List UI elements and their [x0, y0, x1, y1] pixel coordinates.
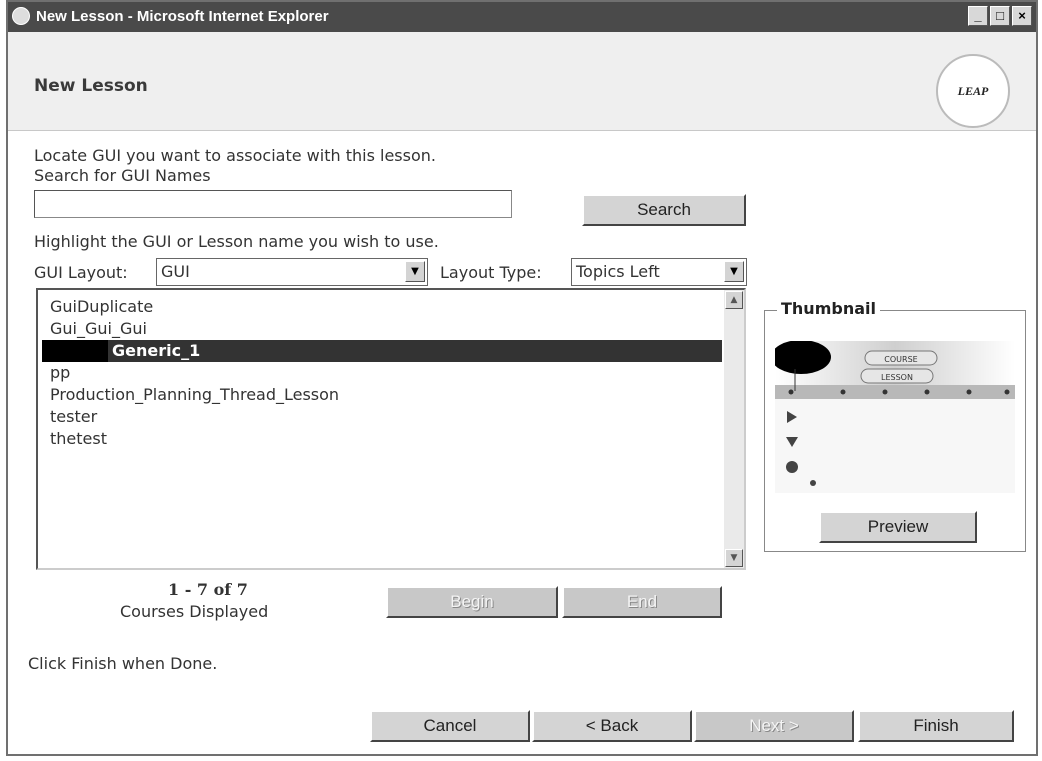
- layout-type-label: Layout Type:: [440, 263, 542, 282]
- gui-layout-value: GUI: [161, 262, 190, 281]
- chevron-down-icon[interactable]: ▼: [724, 261, 744, 282]
- thumbnail-preview-image: COURSE LESSON: [771, 340, 1015, 493]
- begin-button[interactable]: Begin: [386, 586, 558, 618]
- finish-button[interactable]: Finish: [858, 710, 1014, 742]
- locate-instruction: Locate GUI you want to associate with th…: [34, 146, 436, 165]
- dialog-window: New Lesson - Microsoft Internet Explorer…: [6, 0, 1038, 756]
- list-item[interactable]: Generic_1: [42, 340, 722, 362]
- gui-lesson-list: GuiDuplicate Gui_Gui_Gui Generic_1pp Produc…: [38, 290, 744, 450]
- internet-explorer-icon: [12, 7, 30, 25]
- window-controls: _ □ ×: [968, 6, 1032, 26]
- gui-lesson-listbox[interactable]: GuiDuplicate Gui_Gui_Gui Generic_1pp Produc…: [36, 288, 746, 570]
- thumbnail-legend: Thumbnail: [777, 299, 880, 318]
- layout-type-select[interactable]: Topics Left ▼: [571, 258, 747, 286]
- list-item[interactable]: pp: [38, 362, 744, 384]
- finish-instruction: Click Finish when Done.: [28, 654, 218, 673]
- thumbnail-panel: Thumbnail COURSE LESSON Preview: [764, 299, 1026, 552]
- end-button[interactable]: End: [562, 586, 722, 618]
- page-title: New Lesson: [34, 76, 148, 96]
- preview-button[interactable]: Preview: [819, 511, 977, 543]
- title-bar: New Lesson - Microsoft Internet Explorer…: [8, 2, 1036, 32]
- page-range: 1 - 7 of 7: [168, 580, 248, 599]
- window-title: New Lesson - Microsoft Internet Explorer: [36, 8, 329, 25]
- back-button[interactable]: < Back: [532, 710, 692, 742]
- close-button[interactable]: ×: [1012, 6, 1032, 26]
- search-input[interactable]: [34, 190, 512, 218]
- scroll-up-icon[interactable]: ▲: [725, 291, 743, 309]
- layout-type-value: Topics Left: [576, 262, 660, 281]
- chevron-down-icon[interactable]: ▼: [405, 261, 425, 282]
- list-item[interactable]: Gui_Gui_Gui: [38, 318, 744, 340]
- play-icon: [787, 411, 797, 423]
- gui-layout-label: GUI Layout:: [34, 263, 128, 282]
- down-triangle-icon: [786, 437, 798, 447]
- thumbnail-svg: COURSE LESSON: [771, 340, 1015, 486]
- next-button[interactable]: Next >: [694, 710, 854, 742]
- list-item[interactable]: thetest: [38, 428, 744, 450]
- search-label: Search for GUI Names: [34, 166, 211, 185]
- scroll-down-icon[interactable]: ▼: [725, 549, 743, 567]
- lesson-tab-label: LESSON: [881, 373, 913, 382]
- highlight-instruction: Highlight the GUI or Lesson name you wis…: [34, 232, 439, 251]
- list-item[interactable]: Production_Planning_Thread_Lesson: [38, 384, 744, 406]
- list-item-label: Generic_1: [112, 341, 201, 360]
- leap-logo: LEAP: [936, 54, 1010, 128]
- cancel-button[interactable]: Cancel: [370, 710, 530, 742]
- list-item[interactable]: GuiDuplicate: [38, 296, 744, 318]
- list-item[interactable]: tester: [38, 406, 744, 428]
- courses-displayed-caption: Courses Displayed: [120, 602, 269, 621]
- minimize-button[interactable]: _: [968, 6, 988, 26]
- vertical-scrollbar[interactable]: ▲ ▼: [724, 290, 744, 568]
- redacted-mark: [42, 340, 108, 362]
- course-tab-label: COURSE: [884, 355, 917, 364]
- maximize-button[interactable]: □: [990, 6, 1010, 26]
- gui-layout-select[interactable]: GUI ▼: [156, 258, 428, 286]
- dialog-header: New Lesson LEAP: [8, 32, 1036, 131]
- search-button[interactable]: Search: [582, 194, 746, 226]
